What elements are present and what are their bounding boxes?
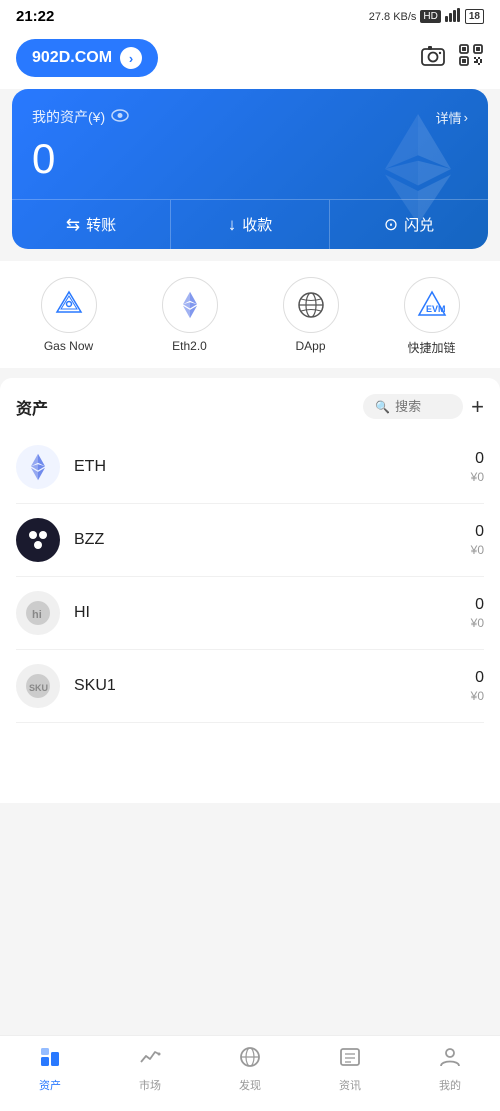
dapp-icon-wrap	[283, 277, 339, 333]
sku1-amount: 0	[471, 669, 484, 687]
receive-icon: ↓	[228, 215, 237, 235]
nav-mine[interactable]: 我的	[400, 1046, 500, 1093]
status-time: 21:22	[16, 8, 54, 25]
sku1-cny: ¥0	[471, 689, 484, 703]
hi-values: 0 ¥0	[471, 596, 484, 630]
asset-card: 我的资产(¥) 详情 › 0 ⇆ 转账	[12, 89, 488, 249]
nav-market[interactable]: 市场	[100, 1046, 200, 1093]
nav-mine-label: 我的	[439, 1077, 461, 1093]
eth2-icon-wrap	[162, 277, 218, 333]
gas-now-icon-wrap	[41, 277, 97, 333]
gas-now-item[interactable]: Gas Now	[41, 277, 97, 356]
hi-cny: ¥0	[471, 616, 484, 630]
search-box: 🔍	[363, 394, 463, 419]
status-icons: 27.8 KB/s HD 18	[369, 8, 484, 25]
eth-amount: 0	[471, 450, 484, 468]
arrow-icon: ›	[120, 47, 142, 69]
nav-news[interactable]: 资讯	[300, 1046, 400, 1093]
asset-item-sku1[interactable]: SKU SKU1 0 ¥0	[16, 650, 484, 723]
logo-text: 902D.COM	[32, 49, 112, 67]
speed-indicator: 27.8 KB/s	[369, 11, 417, 23]
hi-amount: 0	[471, 596, 484, 614]
app-header: 902D.COM ›	[0, 31, 500, 89]
sku1-icon: SKU	[16, 664, 60, 708]
nav-news-icon	[339, 1046, 361, 1074]
eye-icon[interactable]	[111, 109, 129, 125]
nav-discover[interactable]: 发现	[200, 1046, 300, 1093]
bzz-cny: ¥0	[471, 543, 484, 557]
eth2-item[interactable]: Eth2.0	[162, 277, 218, 356]
transfer-label: 转账	[86, 214, 116, 235]
header-icons	[420, 43, 484, 73]
nav-discover-icon	[239, 1046, 261, 1074]
eth-values: 0 ¥0	[471, 450, 484, 484]
bottom-nav: 资产 市场 发现 资讯	[0, 1035, 500, 1111]
logo-button[interactable]: 902D.COM ›	[16, 39, 158, 77]
assets-search-wrap: 🔍 +	[363, 394, 484, 419]
eth2-label: Eth2.0	[172, 339, 207, 353]
eth-name: ETH	[74, 458, 471, 476]
eth-info: ETH	[74, 458, 471, 476]
dapp-label: DApp	[295, 339, 325, 353]
evm-item[interactable]: EVM 快捷加链	[404, 277, 460, 356]
receive-label: 收款	[242, 214, 272, 235]
transfer-icon: ⇆	[66, 215, 80, 235]
assets-header: 资产 🔍 +	[16, 378, 484, 431]
gas-now-label: Gas Now	[44, 339, 93, 353]
nav-market-icon	[139, 1046, 161, 1074]
svg-text:hi: hi	[32, 609, 42, 621]
scan-button[interactable]	[458, 43, 484, 73]
nav-assets[interactable]: 资产	[0, 1046, 100, 1093]
nav-assets-label: 资产	[39, 1077, 61, 1093]
bzz-name: BZZ	[74, 531, 471, 549]
hi-info: HI	[74, 604, 471, 622]
quick-menu: Gas Now Eth2.0 DApp	[0, 261, 500, 368]
hi-icon: hi	[16, 591, 60, 635]
nav-discover-label: 发现	[239, 1077, 261, 1093]
hi-name: HI	[74, 604, 471, 622]
battery-icon: 18	[465, 9, 484, 24]
add-asset-button[interactable]: +	[471, 396, 484, 418]
hd-badge: HD	[420, 10, 440, 23]
nav-market-label: 市场	[139, 1077, 161, 1093]
evm-label: 快捷加链	[407, 339, 455, 356]
asset-label: 我的资产(¥)	[32, 107, 129, 127]
eth-cny: ¥0	[471, 470, 484, 484]
sku1-name: SKU1	[74, 677, 471, 695]
transfer-button[interactable]: ⇆ 转账	[12, 200, 171, 249]
status-bar: 21:22 27.8 KB/s HD 18	[0, 0, 500, 31]
eth-watermark	[358, 89, 478, 249]
nav-news-label: 资讯	[339, 1077, 361, 1093]
asset-item-eth[interactable]: ETH 0 ¥0	[16, 431, 484, 504]
eth-icon	[16, 445, 60, 489]
nav-mine-icon	[439, 1046, 461, 1074]
receive-button[interactable]: ↓ 收款	[171, 200, 330, 249]
sku1-values: 0 ¥0	[471, 669, 484, 703]
nav-assets-icon	[39, 1046, 61, 1074]
asset-item-bzz[interactable]: BZZ 0 ¥0	[16, 504, 484, 577]
dapp-item[interactable]: DApp	[283, 277, 339, 356]
bzz-icon	[16, 518, 60, 562]
search-input[interactable]	[395, 399, 455, 414]
bzz-amount: 0	[471, 523, 484, 541]
svg-text:SKU: SKU	[29, 683, 48, 693]
svg-text:EVM: EVM	[426, 304, 446, 314]
bzz-info: BZZ	[74, 531, 471, 549]
bzz-values: 0 ¥0	[471, 523, 484, 557]
asset-item-hi[interactable]: hi HI 0 ¥0	[16, 577, 484, 650]
sku1-info: SKU1	[74, 677, 471, 695]
signal-icon	[445, 8, 461, 25]
assets-title: 资产	[16, 395, 48, 419]
camera-button[interactable]	[420, 43, 446, 73]
search-icon: 🔍	[375, 400, 390, 414]
assets-section: 资产 🔍 + ETH 0 ¥0	[0, 378, 500, 803]
evm-icon-wrap: EVM	[404, 277, 460, 333]
